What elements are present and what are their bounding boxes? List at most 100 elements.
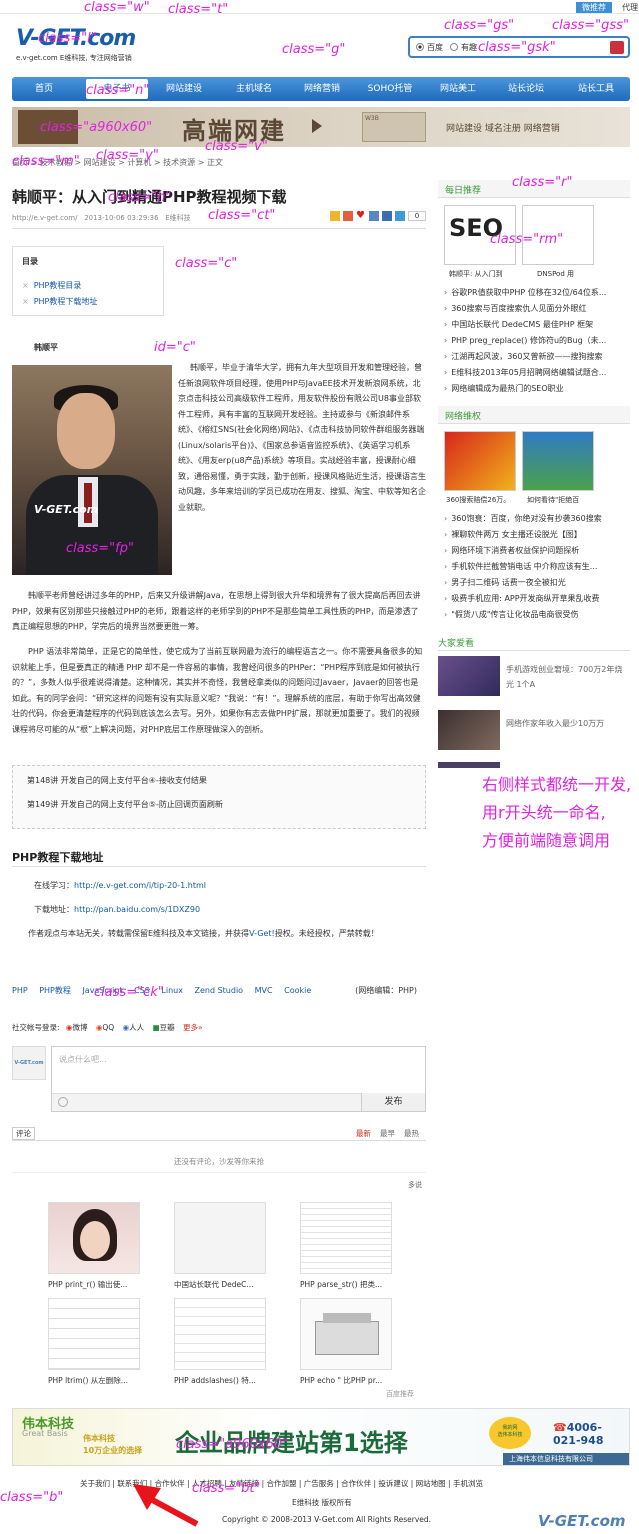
tag-linux[interactable]: Linux <box>161 986 183 995</box>
radio-youqu[interactable] <box>450 43 458 51</box>
rights-caption-2: 如何看待"拒绝百 <box>527 496 580 504</box>
w3b-label: W3B <box>365 115 379 122</box>
comment-placeholder: 说点什么吧... <box>59 1055 107 1064</box>
nav-item-tools[interactable]: 站长工具 <box>564 77 628 101</box>
note-ct: class="ct" <box>208 208 276 223</box>
related-thumb-1 <box>48 1202 140 1274</box>
related-item-3[interactable]: PHP parse_str() 把类... <box>300 1202 392 1290</box>
related-caption-6: PHP echo " 比PHP pr... <box>300 1376 383 1385</box>
daily-item-5[interactable]: 江湖再起风波，360又曾新欲——搜狗搜索 <box>444 351 602 362</box>
note-id-c: id="c" <box>154 340 196 355</box>
social-weibo[interactable]: 微博 <box>72 1023 87 1032</box>
rights-item-7[interactable]: "假货八成"传言让化妆品电商很受伤 <box>444 609 578 620</box>
share-icon[interactable] <box>369 211 379 221</box>
vget-link[interactable]: V-Get! <box>249 929 275 938</box>
social-renren[interactable]: 人人 <box>129 1023 144 1032</box>
online-label: 在线学习： <box>34 881 74 890</box>
related-item-2[interactable]: 中国站长联代 DedeC... <box>174 1202 266 1290</box>
note-w: class="w" <box>84 0 150 15</box>
lesson-148[interactable]: 第148讲 开发自己的网上支付平台④-接收支付结果 <box>27 775 207 786</box>
nav-item-design[interactable]: 网站美工 <box>426 77 490 101</box>
rights-item-6[interactable]: 吸费手机应用: APP开发商纵开草果乱收费 <box>444 593 599 604</box>
paragraph-2: 韩顺平老师曾经讲过多年的PHP，后来又升级讲解Java，在思想上得到很大升华和境… <box>12 591 421 631</box>
note-r: class="r" <box>512 175 573 190</box>
sort-oldest[interactable]: 最早 <box>380 1128 395 1139</box>
lesson-149[interactable]: 第149讲 开发自己的网上支付平台⑤-防止回调页面刷新 <box>27 799 223 810</box>
qzone-icon[interactable] <box>382 211 392 221</box>
related-item-5[interactable]: PHP addslashes() 特... <box>174 1298 266 1386</box>
meta-time: 2013-10-06 03:29:36 <box>84 214 159 222</box>
nav-item-home[interactable]: 首页 <box>12 77 76 101</box>
lesson-list: 第148讲 开发自己的网上支付平台④-接收支付结果 第149讲 开发自己的网上支… <box>12 765 426 829</box>
footer-copyright: Copyright © 2008-2013 V-Get.com All Righ… <box>222 1515 432 1524</box>
daily-item-7[interactable]: 网络编辑成为最热门的SEO职业 <box>444 383 563 394</box>
daily-item-1[interactable]: 谷歌PR值获取中PHP 位移在32位/64位系... <box>444 287 606 298</box>
sort-newest[interactable]: 最新 <box>356 1128 371 1139</box>
rights-item-5[interactable]: 男子扫二维码 话费一夜全被扣光 <box>444 577 566 588</box>
social-qq[interactable]: QQ <box>102 1023 114 1032</box>
tag-mvc[interactable]: MVC <box>255 986 273 995</box>
top-recommend-link[interactable]: 微推荐 <box>576 2 612 13</box>
toc-item-1[interactable]: PHP教程目录 <box>22 280 82 291</box>
tab-comments[interactable]: 评论 <box>12 1127 35 1140</box>
sidebar-rights-title: 网络维权 <box>445 412 482 422</box>
tag-php-tutorial[interactable]: PHP教程 <box>39 986 71 995</box>
note-gss: class="gss" <box>552 18 629 33</box>
love-item-2[interactable]: 网络作家年收入最少10万万 <box>438 710 630 754</box>
nav-item-marketing[interactable]: 网络营销 <box>290 77 354 101</box>
rss-icon[interactable] <box>343 211 353 221</box>
related-caption-5: PHP addslashes() 特... <box>174 1376 256 1385</box>
related-item-4[interactable]: PHP ltrim() 从左删除... <box>48 1298 140 1386</box>
rights-item-4[interactable]: 手机软件拦截营销电话 中介称应该有生... <box>444 561 597 572</box>
footer-phone: ☎4006-021-948 <box>553 1421 629 1447</box>
star-icon[interactable] <box>330 211 340 221</box>
love-thumb-1 <box>438 656 500 696</box>
heart-icon[interactable]: ♥ <box>356 211 366 221</box>
nav-item-host[interactable]: 主机域名 <box>222 77 286 101</box>
rights-thumb-2[interactable] <box>522 431 594 491</box>
toc-item-2[interactable]: PHP教程下载地址 <box>22 296 98 307</box>
top-agent-link[interactable]: 代理 <box>622 2 638 13</box>
note-bt: class="bt" <box>192 1481 261 1496</box>
rights-thumb-1[interactable] <box>444 431 516 491</box>
nav-item-web[interactable]: 网站建设 <box>152 77 216 101</box>
daily-item-6[interactable]: E维科技2013年05月招聘网络编辑试题合... <box>444 367 606 378</box>
rights-item-2[interactable]: 裸聊软件两万 女主播还设脱光【图】 <box>444 529 582 540</box>
sort-hottest[interactable]: 最热 <box>404 1128 419 1139</box>
plus-icon[interactable] <box>395 211 405 221</box>
download-link[interactable]: http://pan.baidu.com/s/1DXZ90 <box>74 905 200 914</box>
related-item-6[interactable]: PHP echo " 比PHP pr... <box>300 1298 392 1386</box>
nav-item-soho[interactable]: SOHO托管 <box>358 77 422 101</box>
love-item-3[interactable] <box>438 762 500 768</box>
related-thumb-4 <box>48 1298 140 1370</box>
tag-cookie[interactable]: Cookie <box>284 986 311 995</box>
tag-php[interactable]: PHP <box>12 986 28 995</box>
download-heading: PHP教程下载地址 <box>12 851 104 864</box>
rights-item-1[interactable]: 360饱衰：百度，你绝对没有抄袭360搜索 <box>444 513 602 524</box>
douban-icon[interactable]: ■ <box>153 1023 160 1032</box>
tag-zend[interactable]: Zend Studio <box>195 986 244 995</box>
related-caption-4: PHP ltrim() 从左删除... <box>48 1376 128 1385</box>
footer-ad-banner[interactable]: 伟本科技 Great Basis 伟本科技 10万企业的选择 企业品牌建站第1选… <box>12 1408 630 1466</box>
meta-url[interactable]: http://e.v-get.com/ <box>12 214 78 222</box>
daily-item-3[interactable]: 中国站长联代 DedeCMS 最佳PHP 框架 <box>444 319 593 330</box>
related-item-1[interactable]: PHP print_r() 输出使... <box>48 1202 140 1290</box>
comment-box[interactable]: 说点什么吧... 发布 <box>51 1046 426 1112</box>
search-icon[interactable] <box>610 41 624 54</box>
note-right-3: 方便前端随意调用 <box>482 831 611 850</box>
red-arrow-icon <box>133 1484 199 1527</box>
social-more[interactable]: 更多» <box>183 1023 203 1032</box>
daily-item-4[interactable]: PHP preg_replace() 修饰符u的Bug（未... <box>444 335 606 346</box>
nav-item-forum[interactable]: 站长论坛 <box>494 77 558 101</box>
emoji-icon[interactable] <box>58 1097 68 1107</box>
love-item-1[interactable]: 手机游戏创业窘境：700万2年烧光 1个A <box>438 656 630 700</box>
radio-baidu[interactable] <box>416 43 424 51</box>
daily-item-2[interactable]: 360搜索与百度搜索仇人见面分外眼红 <box>444 303 586 314</box>
rights-item-3[interactable]: 网络环境下消费者权益保护问题探析 <box>444 545 579 556</box>
social-douban[interactable]: 豆瓣 <box>160 1023 175 1032</box>
note-ck: class="ck" <box>94 985 164 1000</box>
online-link[interactable]: http://e.v-get.com/i/tip-20-1.html <box>74 881 206 890</box>
publish-button[interactable]: 发布 <box>361 1093 425 1111</box>
love-thumb-2 <box>438 710 500 750</box>
duoshuo-link[interactable]: 多说 <box>408 1180 422 1190</box>
